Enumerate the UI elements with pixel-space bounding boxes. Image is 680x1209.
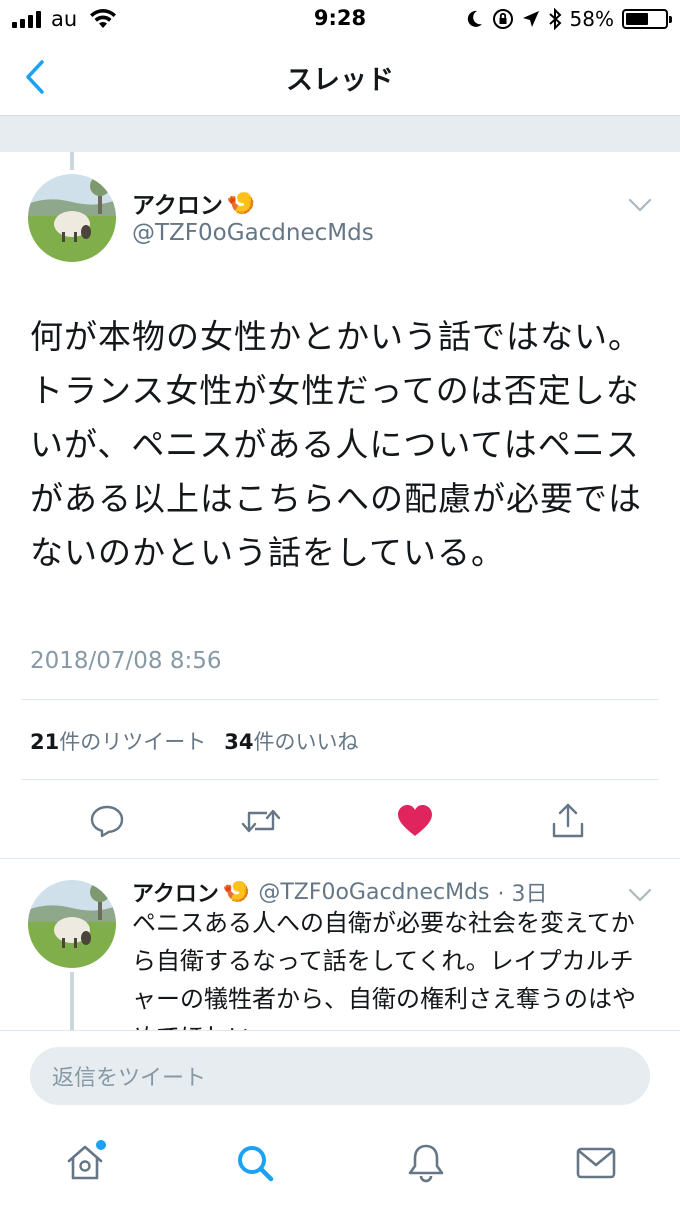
reply-avatar[interactable] (28, 880, 116, 968)
chevron-down-icon[interactable] (628, 198, 652, 212)
retweet-icon (241, 809, 281, 833)
notification-dot (96, 1140, 106, 1150)
nav-bar: スレッド (0, 38, 680, 116)
retweet-count: 21 (30, 730, 60, 754)
search-icon (238, 1146, 274, 1182)
retweet-button[interactable] (236, 796, 286, 846)
like-stat[interactable]: 34件のいいね (224, 726, 358, 756)
orientation-lock-icon (492, 9, 513, 29)
moon-icon (467, 10, 482, 27)
tweet-text: 何が本物の女性かとかいう話ではない。トランス女性が女性だってのは否定しないが、ペ… (30, 317, 642, 572)
battery-fill (626, 13, 649, 25)
tab-search[interactable] (230, 1138, 280, 1188)
tweet-actions (0, 796, 680, 846)
shrimp-emoji-icon: 🍤 (222, 879, 251, 905)
location-icon (522, 11, 539, 27)
reply-icon (90, 805, 124, 838)
messages-icon (576, 1147, 616, 1179)
reply-input[interactable]: 返信をツイート (30, 1047, 650, 1105)
sheep-avatar-image (28, 880, 116, 968)
thread-connector (70, 152, 74, 170)
divider (22, 699, 658, 700)
tab-bar (0, 1122, 680, 1209)
page-title: スレッド (286, 65, 394, 96)
status-bar: au 9:28 58% (0, 0, 680, 38)
chevron-down-icon[interactable] (628, 888, 652, 902)
divider (0, 858, 680, 859)
share-button[interactable] (543, 796, 593, 846)
bluetooth-icon (548, 8, 561, 30)
thread-spacer (0, 116, 680, 152)
author-handle[interactable]: @TZF0oGacdnecMds (132, 220, 374, 246)
retweet-stat[interactable]: 21件のリツイート (30, 726, 206, 756)
tweet-stats: 21件のリツイート 34件のいいね (30, 726, 358, 756)
tab-messages[interactable] (571, 1138, 621, 1188)
thread-connector (70, 972, 74, 1032)
battery-percent: 58% (569, 7, 614, 31)
tab-home[interactable] (60, 1138, 110, 1188)
reply-text[interactable]: ペニスある人への自衛が必要な社会を変えてから自衛するなって話をしてくれ。レイプカ… (132, 904, 652, 1030)
reply-composer: 返信をツイート (0, 1030, 680, 1122)
status-right: 58% (466, 7, 672, 31)
tab-notifications[interactable] (401, 1138, 451, 1188)
avatar[interactable] (28, 174, 116, 262)
divider (22, 779, 658, 780)
sheep-avatar-image (28, 174, 116, 262)
reply-button[interactable] (82, 796, 132, 846)
author-name[interactable]: アクロン 🍤 (132, 186, 256, 220)
notifications-icon (408, 1144, 444, 1183)
share-icon (552, 803, 584, 838)
like-button[interactable] (390, 796, 440, 846)
tweet-timestamp: 2018/07/08 8:56 (30, 648, 222, 674)
author-name-text: アクロン (132, 193, 223, 219)
like-count: 34 (224, 730, 254, 754)
shrimp-emoji-icon: 🍤 (226, 190, 256, 217)
battery-icon (622, 9, 672, 29)
retweet-label: 件のリツイート (59, 730, 207, 754)
heart-icon (398, 805, 432, 836)
reply-author-handle[interactable]: @TZF0oGacdnecMds (258, 880, 489, 905)
like-label: 件のいいね (253, 730, 359, 754)
